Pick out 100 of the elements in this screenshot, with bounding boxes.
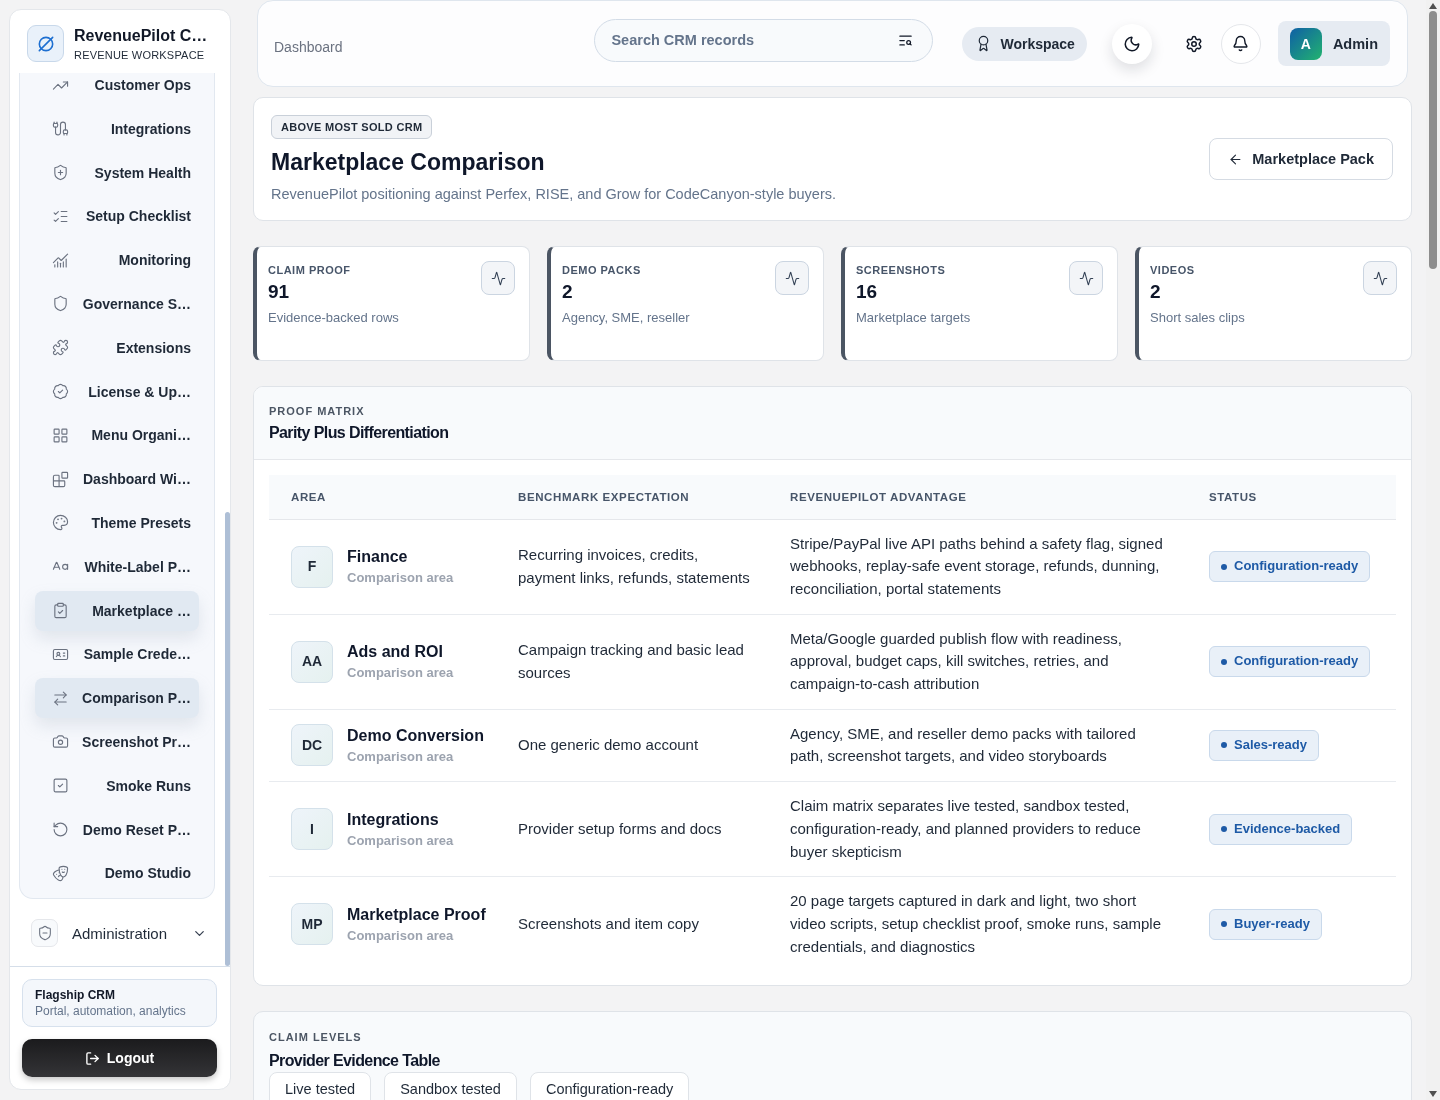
stat-label: DEMO PACKS [562, 263, 641, 277]
stat-value: 91 [268, 281, 290, 303]
logout-button[interactable]: Logout [22, 1039, 217, 1077]
pulse-icon [1372, 270, 1388, 286]
scrollbar-thumb[interactable] [1429, 11, 1437, 269]
stat-action-button[interactable] [481, 261, 515, 295]
sidebar-item[interactable]: Customer Ops [35, 73, 199, 105]
area-note: Comparison area [347, 927, 454, 944]
promo-text: Portal, automation, analytics [35, 1003, 187, 1019]
table-cell: Recurring invoices, credits, payment links, refunds, statements [496, 519, 768, 615]
table-cell: Meta/Google guarded publish flow with readiness, approval, budget caps, kill switches, retries, and campaign-to-cash attribution [768, 614, 1187, 710]
status-dot-icon [1221, 742, 1227, 749]
column-header: REVENUEPILOT ADVANTAGE [768, 475, 1187, 519]
arrow-up-icon[interactable] [1429, 3, 1437, 9]
sidebar-item[interactable]: White-Label P… [35, 546, 199, 587]
puzzle-icon [52, 339, 69, 357]
brand-title: RevenuePilot C… [74, 26, 208, 45]
status-text: Evidence-backed [1234, 819, 1341, 838]
area-avatar: F [291, 545, 333, 588]
sidebar-item[interactable]: Comparison P… [35, 678, 199, 719]
claim-level-chip: Sandbox tested [384, 1072, 517, 1100]
stat-value: 16 [856, 281, 878, 303]
pulse-icon [1078, 270, 1094, 286]
sidebar-item[interactable]: Menu Organi… [35, 415, 199, 456]
area-name: Integrations [347, 809, 439, 830]
section-title: Parity Plus Differentiation [269, 423, 450, 443]
section-eyebrow: CLAIM LEVELS [269, 1030, 363, 1045]
status-dot-icon [1221, 826, 1227, 833]
logout-icon [84, 1050, 100, 1066]
scrollbar-thumb[interactable] [225, 512, 230, 966]
pulse-icon [490, 270, 506, 286]
search-icon [898, 32, 914, 48]
stat-action-button[interactable] [1363, 261, 1397, 295]
table-cell: Agency, SME, and reseller demo packs with tailored path, screenshot targets, and video storyboards [768, 709, 1187, 782]
logo-icon [27, 25, 64, 62]
stat-action-button[interactable] [1069, 261, 1103, 295]
marketplace-pack-button[interactable]: Marketplace Pack [1209, 138, 1393, 180]
sidebar-item[interactable]: License & Up… [35, 371, 199, 412]
promo-title: Flagship CRM [35, 987, 116, 1003]
status-dot-icon [1221, 563, 1227, 570]
sidebar-item[interactable]: Screenshot Pr… [35, 721, 199, 762]
sidebar-item[interactable]: Integrations [35, 108, 199, 149]
area-avatar: AA [291, 640, 333, 683]
section-title: Provider Evidence Table [269, 1051, 441, 1072]
stat-label: SCREENSHOTS [856, 263, 946, 277]
area-note: Comparison area [347, 570, 454, 587]
shield-plus-icon [52, 164, 69, 182]
table-cell: 20 page targets captured in dark and light, two short video scripts, setup checklist proof, smoke runs, sample credentials, and diagnostics [768, 876, 1187, 972]
table-cell: Campaign tracking and basic lead sources [496, 614, 768, 710]
claim-level-chip: Live tested [269, 1072, 372, 1100]
table-cell: Screenshots and item copy [496, 876, 768, 972]
column-header: AREA [269, 475, 496, 519]
stat-description: Evidence-backed rows [268, 310, 399, 326]
sidebar-item[interactable]: Governance S… [35, 284, 199, 324]
arrow-down-icon[interactable] [1429, 1091, 1437, 1097]
status-text: Sales-ready [1234, 736, 1307, 755]
moon-icon [1122, 34, 1141, 53]
stat-description: Marketplace targets [856, 310, 971, 326]
search-field[interactable]: Search CRM records [594, 18, 934, 62]
sidebar-item[interactable]: Smoke Runs [35, 765, 199, 806]
area-name: Demo Conversion [347, 725, 484, 746]
scrollbar[interactable] [1426, 0, 1440, 1100]
page-subtitle: RevenuePilot positioning against Perfex, RISE, and Grow for CodeCanyon-style buyers. [271, 185, 836, 203]
section-eyebrow: PROOF MATRIX [269, 404, 366, 418]
sidebar-item[interactable]: Extensions [35, 327, 199, 368]
sidebar-item[interactable]: Demo Studio [35, 853, 199, 894]
sidebar-item[interactable]: Sample Crede… [35, 634, 199, 675]
table-cell: One generic demo account [496, 709, 768, 782]
column-header: STATUS [1187, 475, 1396, 519]
sidebar-item[interactable]: Demo Reset P… [35, 809, 199, 850]
sidebar-item[interactable]: Setup Checklist [35, 196, 199, 237]
grid-icon [52, 426, 69, 444]
brand-subtitle: REVENUE WORKSPACE [74, 49, 206, 61]
area-name: Finance [347, 547, 408, 568]
bar-chart-icon [52, 251, 69, 269]
status-text: Buyer-ready [1234, 914, 1310, 933]
user-menu-button[interactable]: A Admin [1277, 21, 1390, 66]
sidebar-item[interactable]: Marketplace … [35, 590, 199, 631]
camera-icon [52, 733, 69, 751]
sidebar-item[interactable]: Dashboard Wi… [35, 459, 199, 500]
stat-action-button[interactable] [775, 261, 809, 295]
palette-icon [52, 514, 69, 532]
stat-description: Agency, SME, reseller [562, 310, 690, 326]
status-text: Configuration-ready [1234, 652, 1359, 671]
sidebar-item[interactable]: Monitoring [35, 240, 199, 281]
bell-icon [1232, 35, 1250, 52]
workspace-button[interactable]: Workspace [962, 26, 1087, 61]
administration-group[interactable]: Administration [19, 905, 215, 962]
sidebar-item[interactable]: Theme Presets [35, 502, 199, 543]
area-avatar: DC [291, 724, 333, 767]
sidebar-item[interactable]: System Health [35, 152, 199, 193]
shield-icon [52, 295, 69, 313]
area-avatar: I [291, 808, 333, 851]
page-title: Marketplace Comparison [271, 149, 545, 175]
shield-minus-icon [31, 919, 58, 948]
breadcrumb: Dashboard [274, 39, 343, 55]
theme-toggle-button[interactable] [1111, 23, 1152, 64]
blocks-icon [52, 470, 69, 488]
area-avatar: MP [291, 903, 333, 946]
stat-value: 2 [1150, 281, 1161, 303]
